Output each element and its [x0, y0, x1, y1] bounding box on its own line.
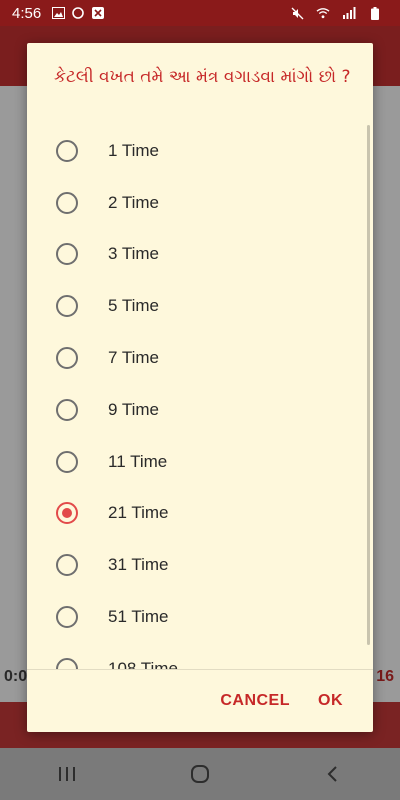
options-list[interactable]: 1 Time 2 Time 3 Time 5 Time 7 Time 9 Time 11 T… [27, 125, 373, 669]
background-left-time: 0:0 [4, 668, 28, 685]
radio-button[interactable] [56, 554, 78, 577]
recents-button[interactable] [37, 766, 97, 782]
background-right-time: 16 [376, 668, 394, 685]
wifi-icon [316, 6, 330, 20]
option-label: 51 Time [108, 607, 169, 627]
radio-option[interactable]: 51 Time [27, 591, 373, 643]
radio-option[interactable]: 11 Time [27, 436, 373, 488]
radio-option[interactable]: 9 Time [27, 384, 373, 436]
option-label: 9 Time [108, 399, 160, 419]
radio-button[interactable] [56, 606, 78, 629]
radio-option[interactable]: 3 Time [27, 229, 373, 281]
home-icon [190, 765, 209, 783]
option-label: 7 Time [108, 348, 160, 368]
radio-button[interactable] [56, 347, 78, 370]
repeat-count-dialog: કેટલી વખત તમે આ મંત્ર વગાડવા માંગો છો ? … [27, 43, 373, 732]
option-label: 108 Time [108, 658, 178, 669]
radio-button[interactable] [56, 450, 78, 473]
radio-button[interactable] [56, 191, 78, 214]
radio-option[interactable]: 21 Time [27, 488, 373, 540]
option-label: 3 Time [108, 244, 160, 264]
radio-button[interactable] [56, 657, 78, 669]
radio-button[interactable] [56, 243, 78, 266]
option-label: 2 Time [108, 192, 160, 212]
dialog-actions: CANCEL OK [210, 683, 373, 719]
radio-option[interactable]: 1 Time [27, 125, 373, 177]
cancel-button[interactable]: CANCEL [210, 686, 300, 716]
radio-option[interactable]: 5 Time [27, 280, 373, 332]
option-label: 5 Time [108, 296, 160, 316]
radio-button[interactable] [56, 295, 78, 318]
navigation-bar [0, 748, 400, 800]
status-bar: 4:56 [0, 0, 400, 26]
option-label: 11 Time [108, 451, 168, 471]
image-icon [51, 6, 65, 20]
radio-option[interactable]: 7 Time [27, 332, 373, 384]
status-right-icons [290, 6, 388, 20]
dialog-title: કેટલી વખત તમે આ મંત્ર વગાડવા માંગો છો ? [54, 67, 351, 87]
radio-option[interactable]: 108 Time [27, 643, 373, 669]
signal-icon [342, 6, 356, 20]
scrollbar[interactable] [367, 125, 370, 645]
dialog-divider [27, 669, 373, 670]
radio-option[interactable]: 2 Time [27, 177, 373, 229]
option-label: 1 Time [108, 140, 160, 160]
option-label: 31 Time [108, 555, 169, 575]
battery-icon [368, 6, 382, 20]
radio-button[interactable] [56, 139, 78, 162]
ok-button[interactable]: OK [308, 686, 353, 716]
radio-button-checked[interactable] [56, 502, 78, 525]
mute-icon [290, 6, 304, 20]
option-label: 21 Time [108, 503, 169, 523]
x-box-icon [91, 6, 105, 20]
recents-icon [58, 767, 75, 781]
radio-option[interactable]: 31 Time [27, 539, 373, 591]
radio-button[interactable] [56, 398, 78, 421]
status-time: 4:56 [12, 4, 42, 22]
back-icon [327, 766, 338, 782]
back-button[interactable] [303, 765, 363, 783]
circle-icon [71, 6, 85, 20]
home-button[interactable] [170, 765, 230, 783]
